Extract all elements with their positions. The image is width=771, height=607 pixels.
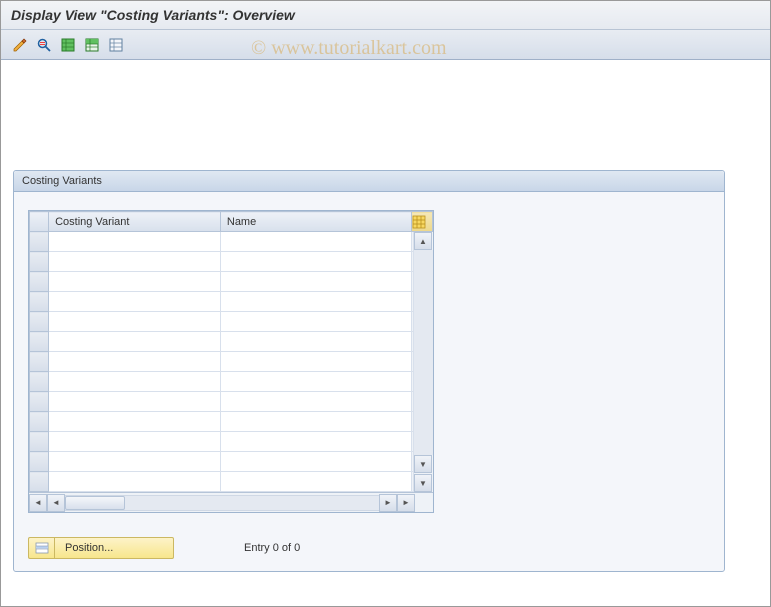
row-selector[interactable] — [30, 232, 49, 252]
row-selector[interactable] — [30, 252, 49, 272]
scroll-up-button[interactable]: ▲ — [414, 232, 432, 250]
position-icon-button[interactable] — [28, 537, 54, 559]
row-selector[interactable] — [30, 292, 49, 312]
scroll-right-button[interactable]: ► — [379, 494, 397, 512]
cell-name[interactable] — [220, 472, 411, 492]
row-selector-header[interactable] — [30, 212, 49, 232]
toggle-change-button[interactable] — [9, 34, 31, 56]
cell-costing-variant[interactable] — [49, 332, 221, 352]
table-row[interactable] — [30, 272, 433, 292]
row-selector[interactable] — [30, 352, 49, 372]
cell-costing-variant[interactable] — [49, 232, 221, 252]
content-area: Costing Variants Costing Variant Name — [1, 60, 770, 584]
cell-costing-variant[interactable] — [49, 452, 221, 472]
cell-name[interactable] — [220, 292, 411, 312]
column-header-name[interactable]: Name — [220, 212, 411, 232]
horizontal-scrollbar[interactable]: ◄ ◄ ► ► — [29, 492, 433, 512]
deselect-all-icon — [108, 37, 124, 53]
cell-name[interactable] — [220, 392, 411, 412]
cell-name[interactable] — [220, 312, 411, 332]
vscroll-track[interactable] — [414, 250, 433, 455]
cell-costing-variant[interactable] — [49, 272, 221, 292]
table-row[interactable] — [30, 412, 433, 432]
select-block-icon — [84, 37, 100, 53]
cell-costing-variant[interactable] — [49, 352, 221, 372]
select-block-button[interactable] — [81, 34, 103, 56]
position-button-label: Position... — [65, 542, 113, 554]
cell-costing-variant[interactable] — [49, 372, 221, 392]
row-selector[interactable] — [30, 372, 49, 392]
cell-name[interactable] — [220, 452, 411, 472]
select-all-icon — [60, 37, 76, 53]
cell-name[interactable] — [220, 352, 411, 372]
table-row[interactable] — [30, 472, 433, 492]
costing-variants-table: Costing Variant Name — [29, 211, 433, 492]
cell-name[interactable] — [220, 252, 411, 272]
scroll-down-button[interactable]: ▼ — [414, 455, 432, 473]
cell-name[interactable] — [220, 332, 411, 352]
position-icon — [35, 541, 49, 555]
row-selector[interactable] — [30, 452, 49, 472]
groupbox-title-text: Costing Variants — [22, 175, 102, 187]
row-selector[interactable] — [30, 392, 49, 412]
cell-name[interactable] — [220, 272, 411, 292]
scroll-first-button[interactable]: ◄ — [29, 494, 47, 512]
cell-costing-variant[interactable] — [49, 292, 221, 312]
column-header-costing-variant[interactable]: Costing Variant — [49, 212, 221, 232]
cell-name[interactable] — [220, 232, 411, 252]
page-title: Display View "Costing Variants": Overvie… — [1, 1, 770, 30]
table-row[interactable] — [30, 292, 433, 312]
details-button[interactable] — [33, 34, 55, 56]
row-selector[interactable] — [30, 272, 49, 292]
table-row[interactable] — [30, 432, 433, 452]
table-row[interactable] — [30, 232, 433, 252]
entry-status-text: Entry 0 of 0 — [244, 542, 300, 554]
table-header-row: Costing Variant Name — [30, 212, 433, 232]
row-selector[interactable] — [30, 472, 49, 492]
cell-costing-variant[interactable] — [49, 312, 221, 332]
table-configure-button[interactable] — [411, 212, 432, 232]
table-row[interactable] — [30, 312, 433, 332]
cell-costing-variant[interactable] — [49, 432, 221, 452]
scroll-page-down-button[interactable]: ▼ — [414, 474, 432, 492]
groupbox-body: Costing Variant Name — [14, 192, 724, 523]
app-toolbar — [1, 30, 770, 60]
cell-costing-variant[interactable] — [49, 412, 221, 432]
cell-costing-variant[interactable] — [49, 472, 221, 492]
data-table-container: Costing Variant Name — [28, 210, 434, 513]
pencil-glasses-icon — [12, 37, 28, 53]
table-row[interactable] — [30, 252, 433, 272]
table-row[interactable] — [30, 372, 433, 392]
vertical-scrollbar[interactable]: ▲ ▼ ▼ — [413, 232, 433, 492]
scroll-left-button[interactable]: ◄ — [47, 494, 65, 512]
table-row[interactable] — [30, 332, 433, 352]
row-selector[interactable] — [30, 332, 49, 352]
table-row[interactable] — [30, 392, 433, 412]
table-row[interactable] — [30, 452, 433, 472]
hscroll-thumb[interactable] — [65, 496, 125, 510]
groupbox-footer: Position... Entry 0 of 0 — [14, 537, 724, 559]
cell-costing-variant[interactable] — [49, 252, 221, 272]
grid-settings-icon — [412, 215, 426, 229]
cell-name[interactable] — [220, 432, 411, 452]
select-all-button[interactable] — [57, 34, 79, 56]
costing-variants-groupbox: Costing Variants Costing Variant Name — [13, 170, 725, 572]
magnifier-detail-icon — [36, 37, 52, 53]
page-title-text: Display View "Costing Variants": Overvie… — [11, 7, 295, 23]
groupbox-title: Costing Variants — [14, 171, 724, 192]
row-selector[interactable] — [30, 432, 49, 452]
row-selector[interactable] — [30, 312, 49, 332]
scroll-last-button[interactable]: ► — [397, 494, 415, 512]
table-row[interactable] — [30, 352, 433, 372]
deselect-all-button[interactable] — [105, 34, 127, 56]
row-selector[interactable] — [30, 412, 49, 432]
cell-costing-variant[interactable] — [49, 392, 221, 412]
cell-name[interactable] — [220, 412, 411, 432]
position-button[interactable]: Position... — [54, 537, 174, 559]
hscroll-track[interactable] — [65, 495, 379, 511]
cell-name[interactable] — [220, 372, 411, 392]
